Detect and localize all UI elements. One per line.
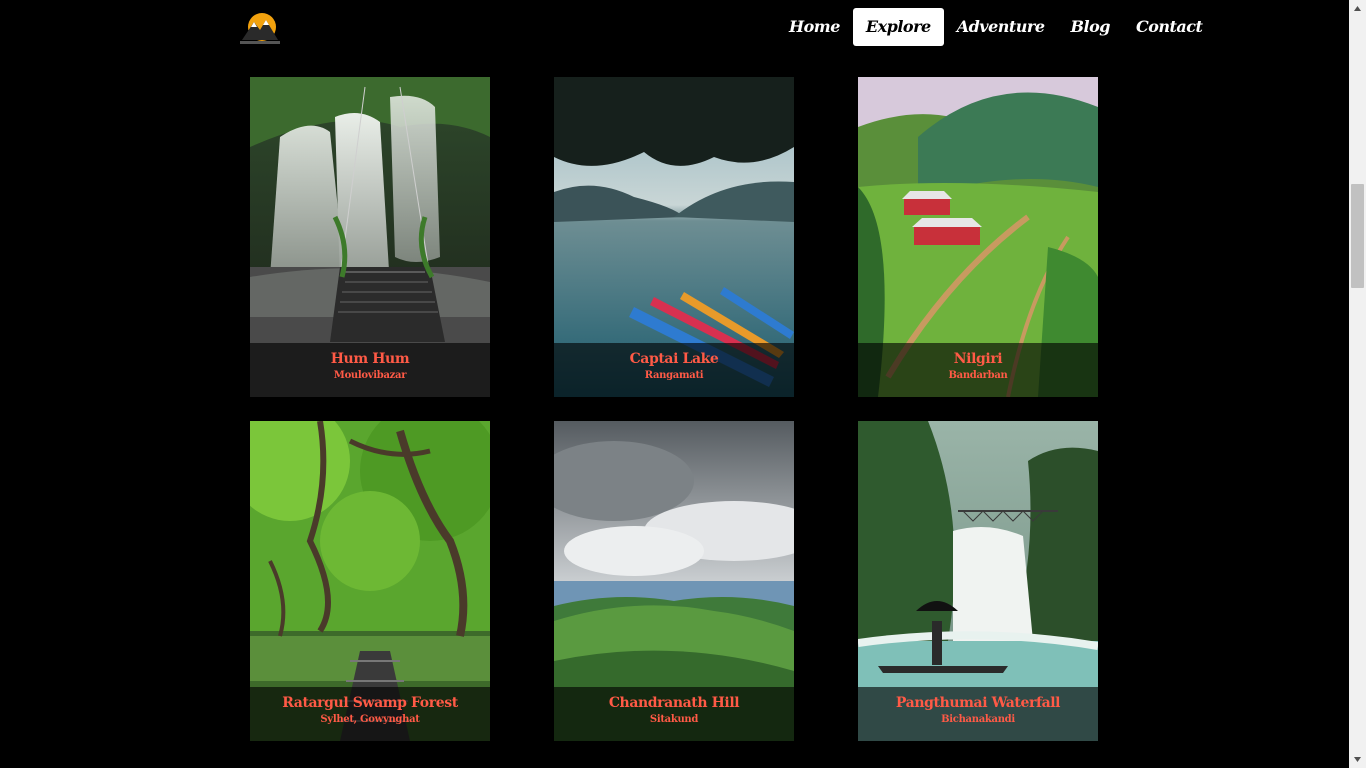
place-card-pangthumai[interactable]: Pangthumai Waterfall Bichanakandi (858, 421, 1098, 741)
nav-blog[interactable]: Blog (1058, 8, 1123, 46)
place-location: Sitakund (649, 714, 699, 725)
scroll-down-icon[interactable] (1349, 751, 1366, 768)
place-name: Captai Lake (629, 351, 719, 367)
nav-contact[interactable]: Contact (1123, 8, 1215, 46)
place-card-ratargul[interactable]: Ratargul Swamp Forest Sylhet, Gowynghat (250, 421, 490, 741)
place-caption: Ratargul Swamp Forest Sylhet, Gowynghat (250, 687, 490, 741)
nav-adventure[interactable]: Adventure (944, 8, 1058, 46)
place-location: Bandarban (948, 370, 1008, 381)
nav-explore[interactable]: Explore (852, 8, 944, 46)
scrollbar-thumb[interactable] (1351, 184, 1364, 288)
place-caption: Captai Lake Rangamati (554, 343, 794, 397)
place-card-captai-lake[interactable]: Captai Lake Rangamati (554, 77, 794, 397)
place-name: Ratargul Swamp Forest (282, 695, 458, 711)
nav-home[interactable]: Home (776, 8, 853, 46)
main-nav: Home Explore Adventure Blog Contact (776, 8, 1215, 46)
place-name: Nilgiri (953, 351, 1003, 367)
place-card-hum-hum[interactable]: Hum Hum Moulovibazar (250, 77, 490, 397)
scroll-up-icon[interactable] (1349, 0, 1366, 17)
place-caption: Pangthumai Waterfall Bichanakandi (858, 687, 1098, 741)
place-location: Rangamati (644, 370, 704, 381)
place-card-nilgiri[interactable]: Nilgiri Bandarban (858, 77, 1098, 397)
place-card-chandranath[interactable]: Chandranath Hill Sitakund (554, 421, 794, 741)
place-caption: Chandranath Hill Sitakund (554, 687, 794, 741)
place-location: Moulovibazar (333, 370, 407, 381)
page: Home Explore Adventure Blog Contact Hum … (0, 0, 1349, 768)
place-name: Hum Hum (330, 351, 410, 367)
place-name: Chandranath Hill (608, 695, 740, 711)
place-name: Pangthumai Waterfall (895, 695, 1061, 711)
place-location: Bichanakandi (941, 714, 1015, 725)
logo-icon[interactable] (238, 10, 282, 46)
place-caption: Nilgiri Bandarban (858, 343, 1098, 397)
vertical-scrollbar[interactable] (1349, 0, 1366, 768)
place-location: Sylhet, Gowynghat (320, 714, 420, 725)
place-caption: Hum Hum Moulovibazar (250, 343, 490, 397)
